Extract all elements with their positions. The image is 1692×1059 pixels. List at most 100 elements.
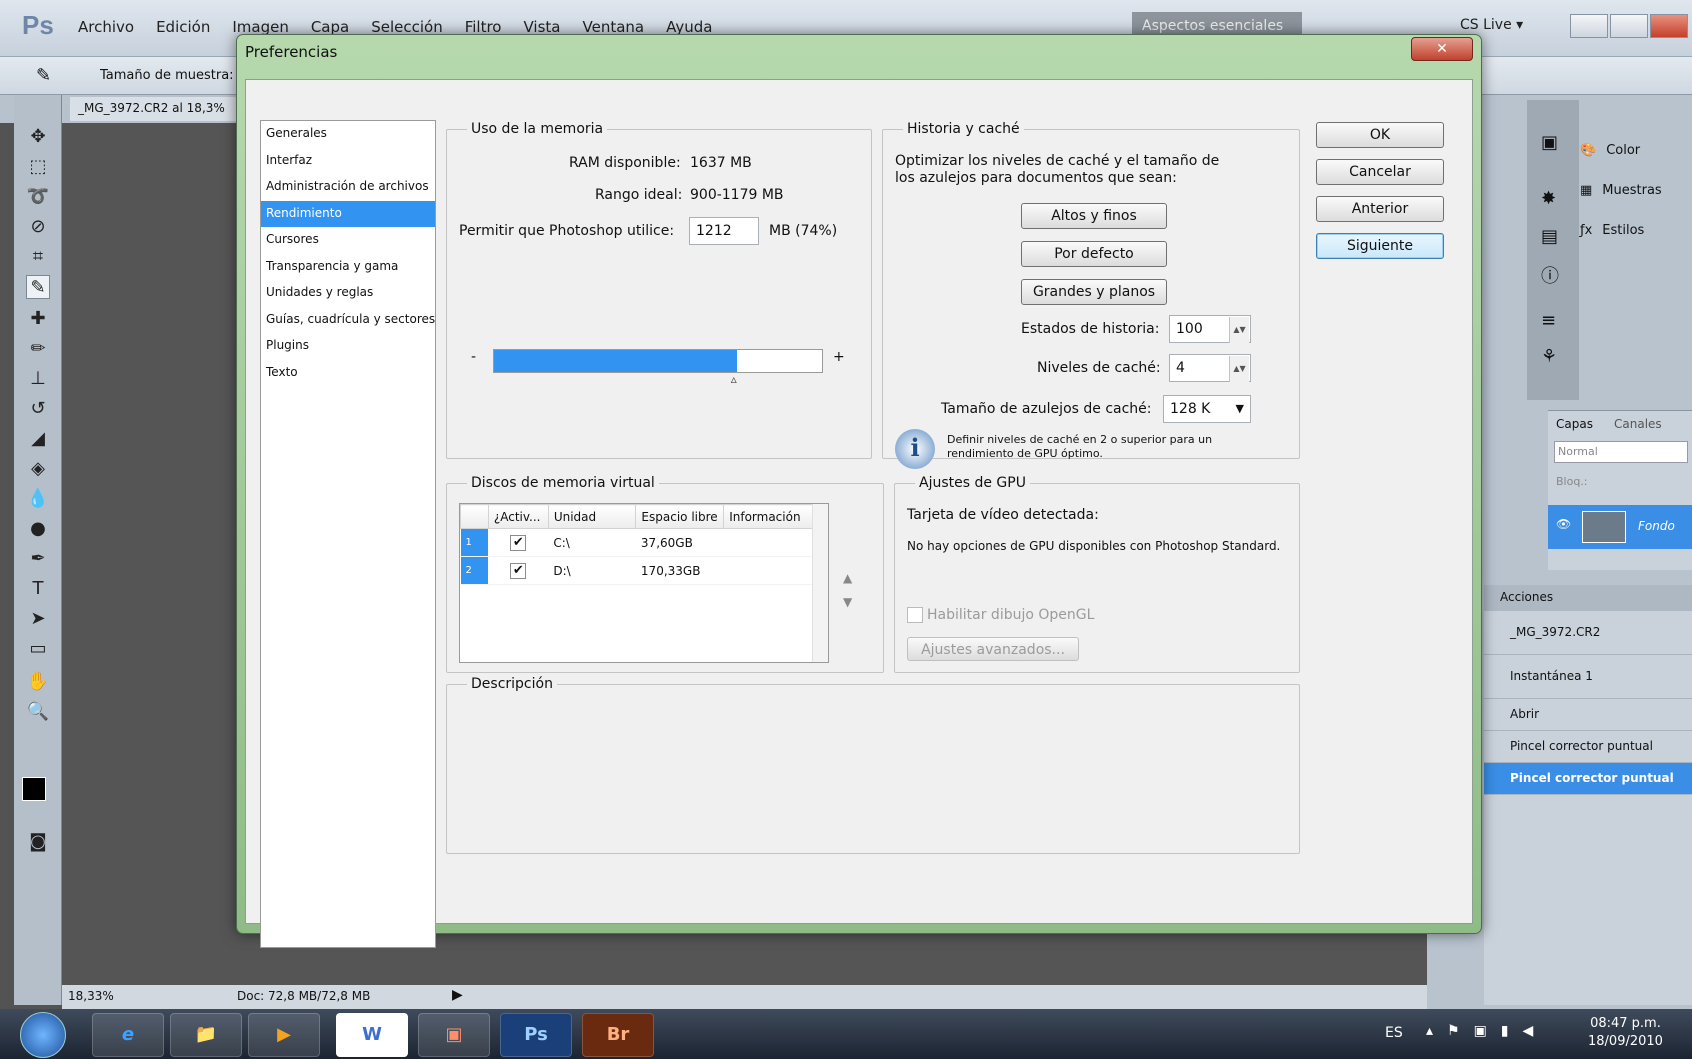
blur-tool-icon[interactable]: 💧 xyxy=(26,487,50,511)
history-snapshot[interactable]: _MG_3972.CR2 xyxy=(1484,611,1692,655)
eyedropper-tool-icon[interactable]: ✎ xyxy=(26,275,50,299)
category-unidades[interactable]: Unidades y reglas xyxy=(261,280,435,307)
next-button[interactable]: Siguiente xyxy=(1316,233,1444,259)
crop-tool-icon[interactable]: ⌗ xyxy=(26,245,50,269)
category-transparencia[interactable]: Transparencia y gama xyxy=(261,254,435,281)
tile-size-select[interactable]: 128 K ▼ xyxy=(1163,395,1251,423)
history-step[interactable]: Pincel corrector puntual xyxy=(1484,731,1692,763)
shape-tool-icon[interactable]: ▭ xyxy=(26,637,50,661)
taskbar-media-icon[interactable]: ▶ xyxy=(248,1013,320,1057)
dodge-tool-icon[interactable]: ● xyxy=(26,517,50,541)
taskbar-word-icon[interactable]: W xyxy=(336,1013,408,1057)
category-plugins[interactable]: Plugins xyxy=(261,333,435,360)
quick-mask-icon[interactable]: ◙ xyxy=(26,830,50,854)
category-guias[interactable]: Guías, cuadrícula y sectores xyxy=(261,307,435,334)
table-row[interactable]: 2 ✔ D:\ 170,33GB xyxy=(460,556,828,585)
dialog-close-button[interactable]: ✕ xyxy=(1411,37,1473,61)
taskbar-explorer-icon[interactable]: 📁 xyxy=(170,1013,242,1057)
advanced-settings-button[interactable]: Ajustes avanzados... xyxy=(907,637,1079,661)
zoom-level[interactable]: 18,33% xyxy=(68,989,114,1003)
cs-live-button[interactable]: CS Live ▾ xyxy=(1460,17,1523,33)
history-states-input[interactable]: 100 ▲▼ xyxy=(1169,315,1251,343)
brush-presets-icon[interactable]: ✸ xyxy=(1541,188,1556,209)
active-checkbox[interactable]: ✔ xyxy=(510,562,527,579)
history-brush-icon[interactable]: ↺ xyxy=(26,397,50,421)
clone-source-icon[interactable]: ⚘ xyxy=(1541,346,1557,367)
move-up-icon[interactable]: ▲ xyxy=(843,571,852,585)
opengl-option[interactable]: Habilitar dibujo OpenGL xyxy=(907,607,1094,623)
pen-tool-icon[interactable]: ✒ xyxy=(26,547,50,571)
spinner-icon[interactable]: ▲▼ xyxy=(1229,356,1249,382)
previous-button[interactable]: Anterior xyxy=(1316,196,1444,222)
move-down-icon[interactable]: ▼ xyxy=(843,595,852,609)
hand-tool-icon[interactable]: ✋ xyxy=(26,670,50,694)
brush-tool-icon[interactable]: ✏ xyxy=(26,337,50,361)
tall-thin-button[interactable]: Altos y finos xyxy=(1021,203,1167,229)
category-archivos[interactable]: Administración de archivos xyxy=(261,174,435,201)
memory-mb-input[interactable]: 1212 xyxy=(689,217,759,245)
memory-slider-track[interactable]: ▵ xyxy=(493,349,823,386)
col-active[interactable]: ¿Activ... xyxy=(487,504,549,529)
panel-swatches[interactable]: ▦ Muestras xyxy=(1580,170,1662,210)
taskbar-photoshop-icon[interactable]: Ps xyxy=(500,1013,572,1057)
cancel-button[interactable]: Cancelar xyxy=(1316,159,1444,185)
marquee-tool-icon[interactable]: ⬚ xyxy=(26,155,50,179)
adjustments-icon[interactable]: ≡ xyxy=(1541,310,1556,331)
memory-slider-thumb[interactable]: ▵ xyxy=(731,372,737,386)
healing-brush-icon[interactable]: ✚ xyxy=(26,307,50,331)
opengl-checkbox[interactable] xyxy=(907,607,923,623)
tab-capas[interactable]: Capas xyxy=(1556,417,1593,431)
blend-mode-select[interactable]: Normal xyxy=(1554,441,1688,463)
status-arrow-icon[interactable]: ▶ xyxy=(452,987,463,1003)
tray-icons[interactable]: ▴⚑▣▮◀ xyxy=(1426,1023,1547,1039)
history-snapshot[interactable]: Instantánea 1 xyxy=(1484,655,1692,699)
menu-archivo[interactable]: Archivo xyxy=(78,18,134,36)
table-scrollbar[interactable] xyxy=(812,504,828,662)
category-rendimiento[interactable]: Rendimiento xyxy=(261,200,435,227)
tab-canales[interactable]: Canales xyxy=(1614,417,1662,431)
category-interfaz[interactable]: Interfaz xyxy=(261,148,435,175)
info-icon[interactable]: ⓘ xyxy=(1541,262,1559,288)
taskbar-powerpoint-icon[interactable]: ▣ xyxy=(418,1013,490,1057)
visibility-eye-icon[interactable]: 👁 xyxy=(1556,517,1571,531)
bucket-tool-icon[interactable]: ◈ xyxy=(26,457,50,481)
minibridge-icon[interactable]: ▣ xyxy=(1541,132,1558,153)
lasso-tool-icon[interactable]: ➰ xyxy=(26,185,50,209)
path-select-icon[interactable]: ➤ xyxy=(26,607,50,631)
layer-row-fondo[interactable]: 👁 Fondo xyxy=(1548,505,1692,549)
minimize-button[interactable] xyxy=(1570,14,1608,38)
history-step[interactable]: Abrir xyxy=(1484,699,1692,731)
panel-color[interactable]: 🎨 Color xyxy=(1580,130,1662,170)
close-app-button[interactable] xyxy=(1650,14,1688,38)
move-tool-icon[interactable]: ✥ xyxy=(26,125,50,149)
language-indicator[interactable]: ES xyxy=(1385,1025,1403,1041)
table-row[interactable]: 1 ✔ C:\ 37,60GB xyxy=(460,528,828,557)
zoom-tool-icon[interactable]: 🔍 xyxy=(26,700,50,724)
navigator-icon[interactable]: ▤ xyxy=(1541,226,1558,247)
taskbar-bridge-icon[interactable]: Br xyxy=(582,1013,654,1057)
big-flat-button[interactable]: Grandes y planos xyxy=(1021,279,1167,305)
ok-button[interactable]: OK xyxy=(1316,122,1444,148)
menu-edicion[interactable]: Edición xyxy=(156,18,210,36)
taskbar-ie-icon[interactable]: e xyxy=(92,1013,164,1057)
default-button[interactable]: Por defecto xyxy=(1021,241,1167,267)
active-checkbox[interactable]: ✔ xyxy=(510,534,527,551)
stamp-tool-icon[interactable]: ⊥ xyxy=(26,367,50,391)
tab-acciones[interactable]: Acciones xyxy=(1484,585,1692,611)
spinner-icon[interactable]: ▲▼ xyxy=(1229,317,1249,343)
col-drive[interactable]: Unidad xyxy=(547,504,637,529)
cache-levels-input[interactable]: 4 ▲▼ xyxy=(1169,354,1251,382)
col-free[interactable]: Espacio libre xyxy=(635,504,725,529)
eraser-tool-icon[interactable]: ◢ xyxy=(26,427,50,451)
history-step-current[interactable]: Pincel corrector puntual xyxy=(1484,763,1692,795)
category-cursores[interactable]: Cursores xyxy=(261,227,435,254)
panel-styles[interactable]: ƒx Estilos xyxy=(1580,210,1662,250)
start-button[interactable] xyxy=(20,1012,66,1058)
category-generales[interactable]: Generales xyxy=(261,121,435,148)
category-texto[interactable]: Texto xyxy=(261,360,435,387)
clock[interactable]: 08:47 p.m. 18/09/2010 xyxy=(1588,1015,1663,1051)
type-tool-icon[interactable]: T xyxy=(26,577,50,601)
document-tab[interactable]: _MG_3972.CR2 al 18,3% xyxy=(70,97,250,121)
foreground-color-swatch[interactable] xyxy=(22,777,46,801)
quick-select-icon[interactable]: ⊘ xyxy=(26,215,50,239)
